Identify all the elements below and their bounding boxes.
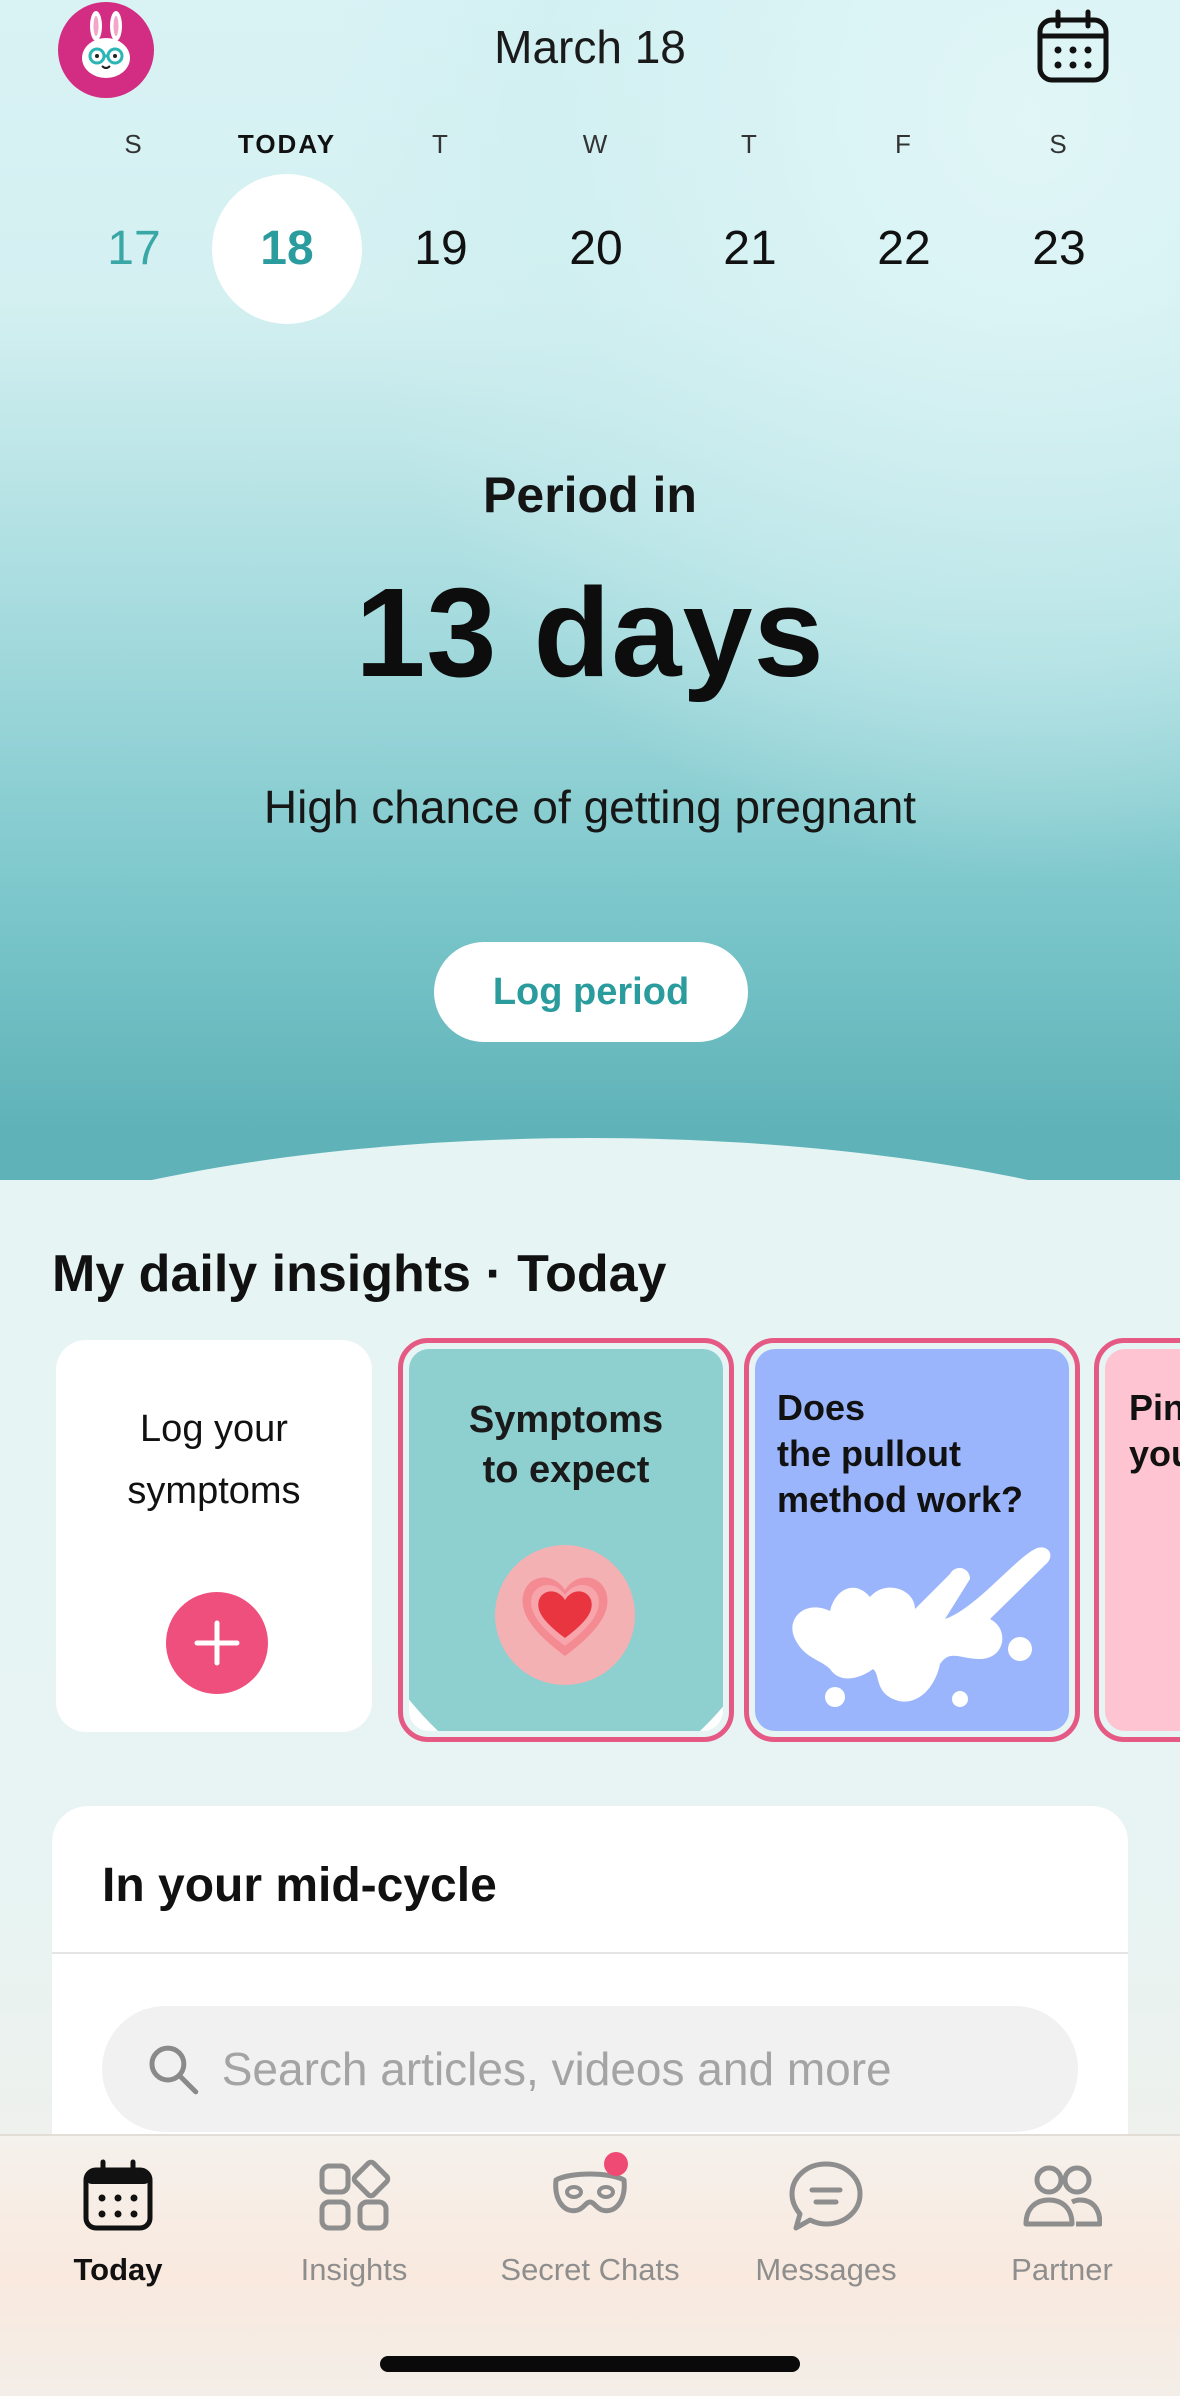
tab-partner[interactable]: Partner — [944, 2156, 1180, 2306]
date-number: 17 — [107, 222, 161, 275]
notification-badge — [604, 2152, 628, 2176]
page-title: March 18 — [494, 21, 686, 73]
search-bar[interactable] — [102, 2006, 1078, 2132]
calendar-icon — [1037, 9, 1109, 83]
app-screen: March 18 S 17 TODAY 18 T 19 W 20 T 21 F … — [0, 0, 1180, 2396]
log-symptoms-line1: Log your — [140, 1408, 288, 1450]
heart-illustration — [495, 1545, 635, 1685]
bunny-avatar-icon — [82, 11, 130, 78]
day-17[interactable]: S 17 — [57, 124, 211, 334]
divider — [52, 1952, 1128, 1954]
weekday-label: W — [582, 129, 610, 159]
search-icon — [149, 2045, 199, 2095]
log-period-button[interactable]: Log period — [434, 942, 748, 1042]
calendar-icon — [83, 2159, 153, 2231]
date-number: 19 — [414, 222, 468, 275]
chat-bubble-icon — [789, 2161, 863, 2231]
story-card-symptoms[interactable]: Symptoms to expect — [398, 1338, 734, 1742]
week-strip: S 17 TODAY 18 T 19 W 20 T 21 F 22 S 23 — [0, 124, 1180, 334]
story-title-line1: Symptoms — [468, 1399, 664, 1441]
period-countdown: 13 days — [355, 562, 825, 703]
log-symptoms-line2: symptoms — [127, 1470, 301, 1512]
story-card-title: Symptoms to expect — [409, 1395, 723, 1495]
top-bar: March 18 — [0, 0, 1180, 100]
day-19[interactable]: T 19 — [364, 124, 518, 334]
mid-cycle-heading: In your mid-cycle — [102, 1859, 497, 1912]
tab-label: Secret Chats — [500, 2252, 680, 2287]
weekday-label: S — [1049, 129, 1069, 159]
tab-today[interactable]: Today — [0, 2156, 236, 2306]
profile-avatar[interactable] — [58, 2, 154, 98]
log-symptoms-card[interactable]: Log your symptoms — [56, 1340, 372, 1732]
story-card-pullout[interactable]: Does the pullout method work? — [744, 1338, 1080, 1742]
heart-icon — [522, 1577, 608, 1656]
story-title-line2: the pullout — [777, 1433, 961, 1474]
story-title-line1: Does — [777, 1387, 866, 1428]
story-title-line1: Pin — [1129, 1387, 1180, 1428]
date-number: 21 — [723, 222, 777, 275]
date-number-selected: 18 — [212, 174, 362, 324]
period-label: Period in — [483, 467, 697, 523]
weekday-label: S — [124, 129, 144, 159]
calendar-button[interactable] — [1034, 8, 1112, 86]
day-20[interactable]: W 20 — [519, 124, 673, 334]
tab-insights[interactable]: Insights — [236, 2156, 472, 2306]
insights-icon — [319, 2159, 391, 2231]
weekday-label: T — [741, 129, 759, 159]
story-title-line2: you — [1129, 1433, 1180, 1474]
story-title-line2: to expect — [482, 1449, 650, 1491]
story-card-partial[interactable]: Pin you — [1094, 1338, 1180, 1742]
insights-heading: My daily insights · Today — [52, 1245, 667, 1303]
search-input[interactable] — [221, 2042, 1078, 2096]
add-symptom-button[interactable] — [166, 1592, 268, 1694]
weekday-label: F — [895, 129, 913, 159]
day-21[interactable]: T 21 — [673, 124, 827, 334]
pregnancy-chance-text: High chance of getting pregnant — [263, 781, 917, 833]
mask-icon-wrap — [550, 2152, 630, 2236]
tab-secret-chats[interactable]: Secret Chats — [472, 2152, 708, 2306]
date-number: 23 — [1032, 222, 1086, 275]
weekday-label: TODAY — [237, 129, 337, 159]
day-23[interactable]: S 23 — [982, 124, 1136, 334]
tab-label: Insights — [300, 2252, 408, 2287]
tab-label: Partner — [1011, 2252, 1113, 2287]
log-symptoms-text: Log your symptoms — [56, 1398, 372, 1522]
date-number: 22 — [877, 222, 931, 275]
story-card-title: Pin you — [1129, 1385, 1180, 1477]
tab-label: Today — [73, 2252, 163, 2287]
partner-icon — [1023, 2165, 1102, 2227]
story-card-title: Does the pullout method work? — [777, 1385, 1023, 1523]
tab-messages[interactable]: Messages — [708, 2156, 944, 2306]
splash-illustration — [792, 1547, 1051, 1707]
day-18-today[interactable]: TODAY 18 — [210, 124, 364, 334]
date-number: 20 — [569, 222, 623, 275]
plus-icon — [194, 1620, 240, 1666]
story-title-line3: method work? — [777, 1479, 1024, 1520]
home-indicator — [380, 2356, 800, 2372]
weekday-label: T — [432, 129, 450, 159]
day-22[interactable]: F 22 — [827, 124, 981, 334]
tab-label: Messages — [755, 2252, 897, 2287]
